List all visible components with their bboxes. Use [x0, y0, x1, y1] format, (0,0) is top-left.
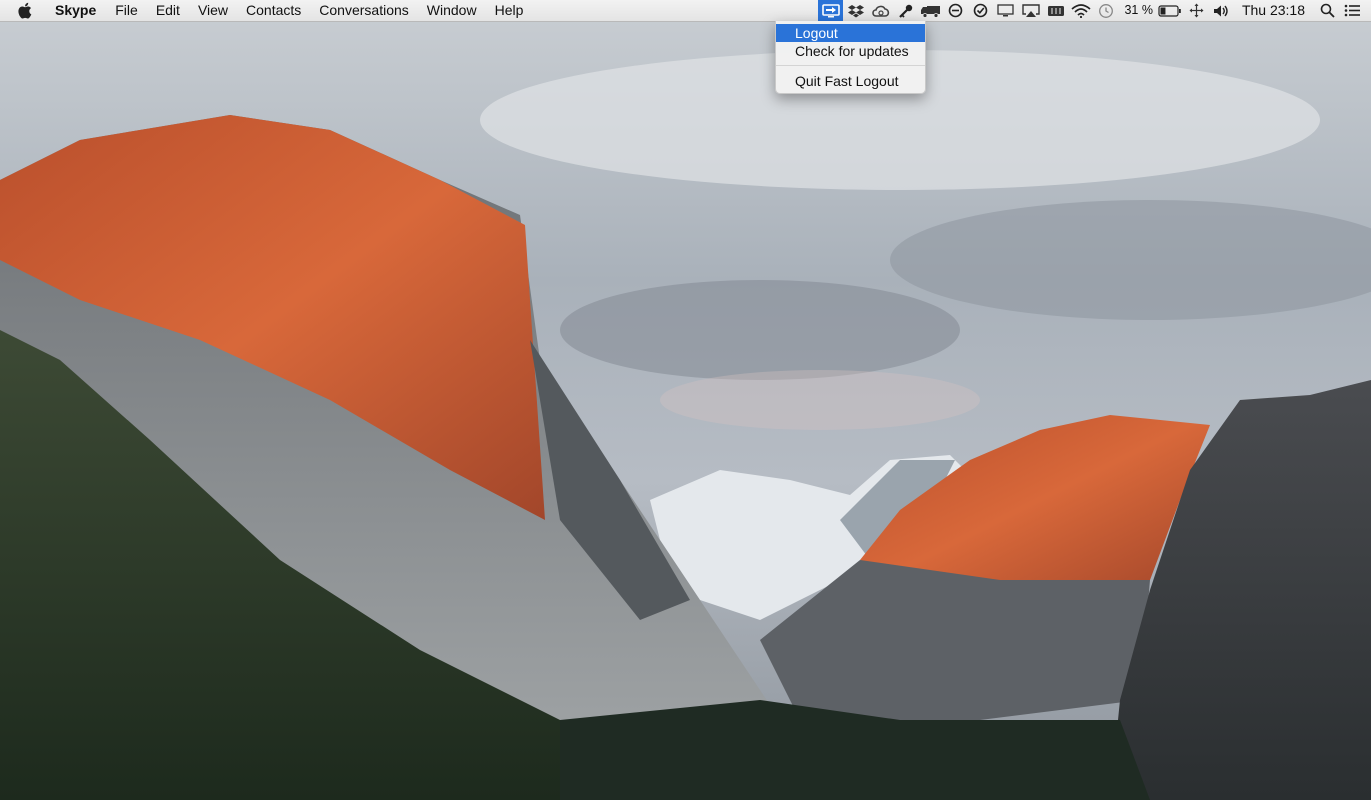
notification-center-icon[interactable] [1340, 0, 1365, 21]
airplay-icon[interactable] [1018, 0, 1043, 21]
desktop-wallpaper [0, 0, 1371, 800]
display-icon[interactable] [993, 0, 1018, 21]
apple-logo-icon[interactable] [17, 2, 35, 20]
menu-bar-extras: 31 % Thu 23:18 [818, 0, 1371, 21]
fast-logout-icon[interactable] [818, 0, 844, 21]
checkmark-circle-icon[interactable] [968, 0, 993, 21]
fast-logout-menu: Logout Check for updates Quit Fast Logou… [775, 21, 926, 94]
menu-contacts[interactable]: Contacts [237, 0, 310, 21]
menu-help[interactable]: Help [486, 0, 533, 21]
volume-icon[interactable] [1209, 0, 1234, 21]
move-arrows-icon[interactable] [1184, 0, 1209, 21]
creative-cloud-icon[interactable] [868, 0, 893, 21]
menu-bar-left: Skype File Edit View Contacts Conversati… [0, 0, 532, 21]
menu-conversations[interactable]: Conversations [310, 0, 418, 21]
time-machine-icon[interactable] [1093, 0, 1118, 21]
battery-percentage: 31 % [1124, 3, 1153, 17]
spotlight-search-icon[interactable] [1315, 0, 1340, 21]
menu-app-name[interactable]: Skype [49, 0, 106, 21]
menu-view[interactable]: View [189, 0, 237, 21]
menu-edit[interactable]: Edit [147, 0, 189, 21]
battery-grid-icon[interactable] [1043, 0, 1068, 21]
menu-bar-clock[interactable]: Thu 23:18 [1234, 0, 1315, 21]
menu-bar: Skype File Edit View Contacts Conversati… [0, 0, 1371, 22]
no-entry-icon[interactable] [943, 0, 968, 21]
menu-window[interactable]: Window [418, 0, 486, 21]
wifi-icon[interactable] [1068, 0, 1093, 21]
menu-item-quit-fast-logout[interactable]: Quit Fast Logout [776, 72, 925, 90]
delivery-truck-icon[interactable] [918, 0, 943, 21]
menu-separator [776, 65, 925, 66]
dropbox-icon[interactable] [843, 0, 868, 21]
battery-icon[interactable] [1156, 0, 1184, 21]
menu-file[interactable]: File [106, 0, 147, 21]
menu-item-logout[interactable]: Logout [776, 24, 925, 42]
keychain-icon[interactable] [893, 0, 918, 21]
menu-item-check-for-updates[interactable]: Check for updates [776, 42, 925, 60]
